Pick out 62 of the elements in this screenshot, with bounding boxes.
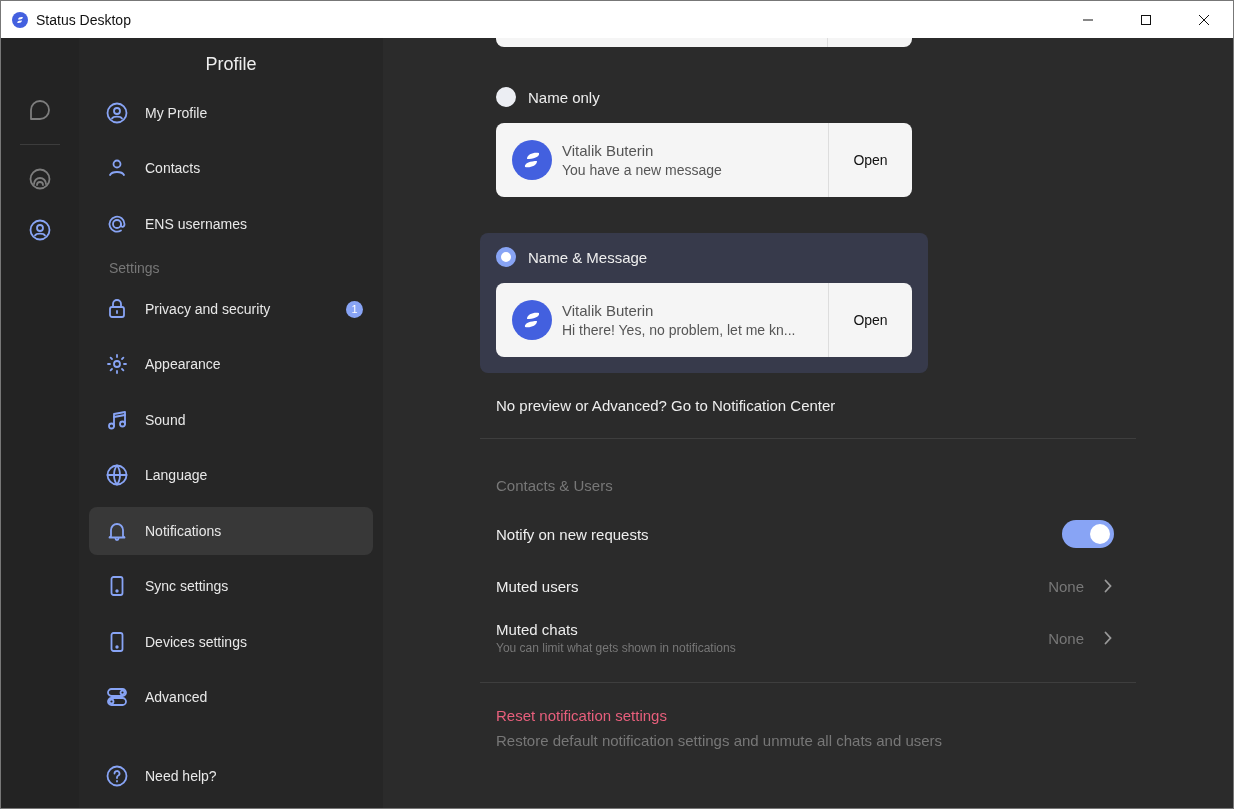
message-preview: You have a new message [562, 162, 723, 178]
open-button[interactable]: Open [828, 123, 912, 197]
sidebar-item[interactable]: Contacts [89, 144, 373, 192]
notification-center-link[interactable]: No preview or Advanced? Go to Notification Center [480, 373, 1136, 414]
sidebar-item[interactable]: ENS usernames [89, 199, 373, 248]
close-icon [1198, 13, 1210, 26]
sidebar-item-label: Devices settings [145, 633, 247, 650]
sidebar-item[interactable]: Privacy and security 1 [89, 285, 373, 333]
avatar-icon [512, 140, 552, 180]
setting-hint: You can limit what gets shown in notifications [496, 641, 737, 655]
option-label: Name only [528, 88, 600, 106]
profile-icon [28, 218, 52, 242]
sidebar-item-label: Contacts [145, 160, 201, 177]
setting-label: Notify on new requests [496, 525, 650, 543]
sidebar-item-label: Appearance [145, 356, 221, 373]
section-heading: Settings [108, 259, 161, 279]
radio-button[interactable] [496, 247, 516, 267]
sidebar-item[interactable]: Devices settings [89, 617, 373, 666]
sidebar-item[interactable]: Advanced [89, 673, 373, 721]
app-logo-icon [12, 11, 28, 28]
reset-description: Restore default notification settings and unmute all chats and users [495, 732, 944, 749]
sidebar-item-label: Privacy and security [145, 301, 271, 318]
chevron-right-icon[interactable] [1104, 631, 1112, 645]
globe-icon [105, 463, 129, 488]
window-title: Status Desktop [36, 11, 131, 28]
option-label: Name & Message [528, 248, 648, 266]
sun-icon [105, 352, 129, 377]
count-badge: 1 [346, 300, 363, 318]
profile-icon [105, 100, 129, 125]
chevron-right-icon[interactable] [1104, 579, 1112, 593]
sidebar-item-label: Need help? [145, 768, 217, 785]
sidebar-item-label: Language [145, 467, 208, 484]
sidebar-item[interactable]: Sound [89, 396, 373, 444]
circles-icon [28, 167, 52, 191]
sidebar-item[interactable]: Language [89, 451, 373, 500]
sidebar-item[interactable]: Appearance [89, 340, 373, 389]
reset-link[interactable]: Reset notification settings [480, 683, 1136, 732]
sidebar-item-label: Sync settings [145, 578, 229, 595]
sidebar-item[interactable]: Need help? [89, 752, 373, 800]
maximize-icon [1140, 13, 1152, 26]
sidebar-item-label: Sound [145, 411, 186, 428]
sidebar-item[interactable]: Sync settings [89, 562, 373, 610]
setting-label: Muted users [496, 577, 580, 595]
sidebar-item-label: Advanced [145, 689, 208, 706]
open-button[interactable]: Open [828, 283, 912, 357]
setting-value: None [1048, 629, 1084, 647]
sidebar-item-label: My Profile [145, 104, 208, 121]
section-heading: Contacts & Users [495, 476, 614, 496]
sender-name: Vitalik Buterin [562, 142, 655, 159]
sidebar-title: Profile [204, 53, 258, 76]
chat-bubble-icon [28, 98, 52, 122]
setting-label: Muted chats [496, 621, 579, 638]
sidebar-item[interactable]: Notifications [89, 507, 373, 555]
sender-name: Vitalik Buterin [562, 302, 655, 319]
avatar-icon [512, 300, 552, 340]
sidebar-item-label: ENS usernames [145, 215, 247, 232]
message-preview: Hi there! Yes, no problem, let me kn... [562, 322, 797, 338]
sidebar-item-label: Notifications [145, 522, 222, 539]
setting-value: None [1048, 577, 1084, 595]
help-icon [105, 764, 129, 789]
sidebar-item[interactable]: My Profile [89, 89, 373, 137]
toggle-switch[interactable] [1062, 520, 1114, 548]
